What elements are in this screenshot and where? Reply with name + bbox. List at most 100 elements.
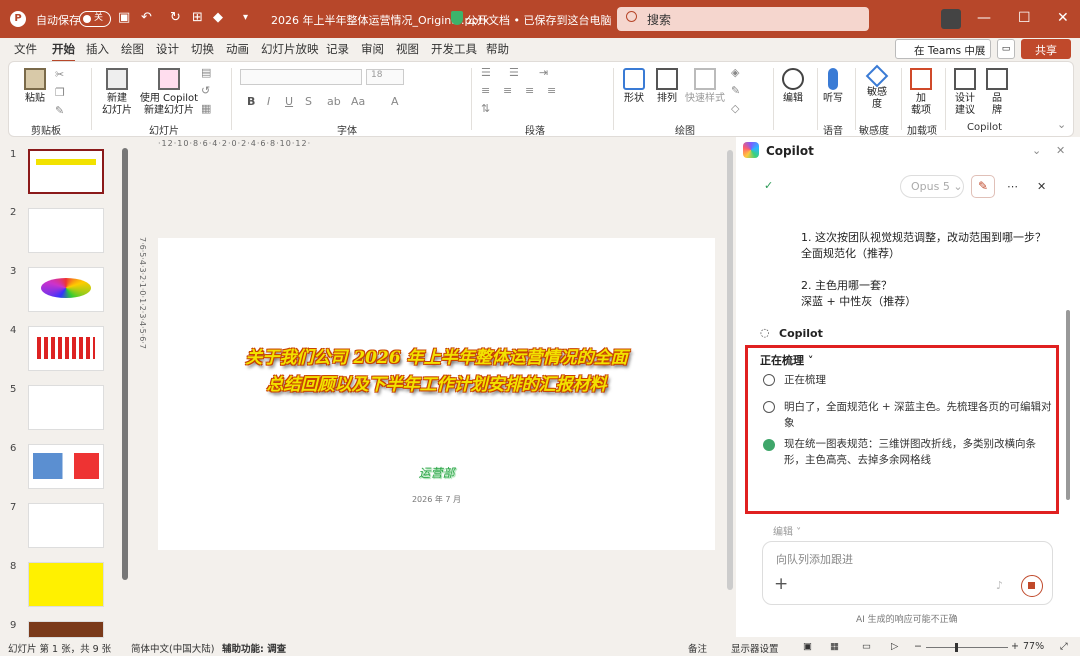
- char-spacing-icon[interactable]: ab: [327, 95, 341, 108]
- copy-icon[interactable]: ❐: [55, 86, 65, 99]
- reading-view-icon[interactable]: ▭: [862, 641, 871, 652]
- font-size-select[interactable]: 18: [366, 69, 404, 85]
- layout-icon[interactable]: ▤: [201, 66, 211, 79]
- zoom-level[interactable]: 77%: [1023, 641, 1044, 652]
- close-pane-icon[interactable]: ✕: [1056, 144, 1065, 157]
- font-color-icon[interactable]: A: [391, 95, 399, 108]
- slide-thumb-9[interactable]: [28, 621, 104, 638]
- pane-scrollbar[interactable]: [1066, 310, 1070, 500]
- slide-thumb-3[interactable]: [28, 267, 104, 312]
- format-painter-icon[interactable]: ◆: [213, 10, 223, 26]
- slide-department[interactable]: 运营部: [158, 464, 715, 481]
- bold-icon[interactable]: B: [247, 95, 255, 108]
- justify-icon[interactable]: ≡: [547, 84, 556, 97]
- display-settings-button[interactable]: 显示器设置: [731, 641, 779, 655]
- tab-insert[interactable]: 插入: [86, 41, 109, 57]
- brand-button[interactable]: 品 牌: [985, 68, 1009, 117]
- zoom-slider-thumb[interactable]: [955, 643, 958, 652]
- stop-button[interactable]: [1021, 575, 1043, 597]
- align-left-icon[interactable]: ≡: [481, 84, 490, 97]
- bullets-icon[interactable]: ☰: [481, 66, 491, 79]
- shape-fill-icon[interactable]: ◈: [731, 66, 739, 79]
- slide-canvas[interactable]: 关于我们公司 2026 年上半年整体运营情况的全面 总结回顾以及下半年工作计划安…: [158, 238, 715, 550]
- zoom-out-icon[interactable]: −: [914, 641, 922, 652]
- save-icon[interactable]: ▣: [118, 10, 130, 26]
- new-chat-button[interactable]: ✎: [971, 175, 995, 198]
- tab-record[interactable]: 记录: [326, 41, 349, 57]
- thumbnails-scrollbar[interactable]: [122, 148, 128, 580]
- more-options-icon[interactable]: ⋯: [1007, 180, 1018, 193]
- indent-icon[interactable]: ⇥: [539, 66, 548, 79]
- slide-thumb-5[interactable]: [28, 385, 104, 430]
- slideshow-icon[interactable]: ▷: [891, 641, 898, 652]
- language-indicator[interactable]: 简体中文(中国大陆): [131, 641, 214, 655]
- maximize-icon[interactable]: ☐: [1018, 10, 1031, 26]
- addins-button[interactable]: 加 载项: [909, 68, 933, 117]
- save-status[interactable]: 公开文档 • 已保存到这台电脑: [466, 12, 611, 28]
- zoom-slider[interactable]: [926, 647, 1008, 648]
- cut-icon[interactable]: ✂: [55, 68, 64, 81]
- tab-review[interactable]: 审阅: [361, 41, 384, 57]
- tab-view[interactable]: 视图: [396, 41, 419, 57]
- slide-sorter-icon[interactable]: ▦: [830, 641, 839, 652]
- editing-button[interactable]: 编辑: [779, 68, 807, 105]
- shapes-button[interactable]: 形状: [619, 68, 649, 105]
- slide-thumb-7[interactable]: [28, 503, 104, 548]
- reset-icon[interactable]: ↺: [201, 84, 210, 97]
- redo-icon[interactable]: ↻: [170, 10, 181, 26]
- format-painter-icon[interactable]: ✎: [55, 104, 64, 117]
- undo-icon[interactable]: ↶: [141, 10, 152, 26]
- tab-file[interactable]: 文件: [14, 41, 37, 57]
- copilot-new-slide-button[interactable]: 使用 Copilot 新建幻灯片: [139, 68, 199, 117]
- add-icon[interactable]: +: [774, 574, 788, 594]
- slide-title[interactable]: 关于我们公司 2026 年上半年整体运营情况的全面 总结回顾以及下半年工作计划安…: [158, 345, 715, 399]
- quick-styles-button[interactable]: 快速样式: [683, 68, 727, 105]
- tab-transitions[interactable]: 切换: [191, 41, 214, 57]
- arrange-button[interactable]: 排列: [652, 68, 682, 105]
- tab-draw[interactable]: 绘图: [121, 41, 144, 57]
- slide-thumb-4[interactable]: [28, 326, 104, 371]
- editor-scrollbar[interactable]: [727, 150, 733, 590]
- tab-developer[interactable]: 开发工具: [431, 41, 477, 57]
- shape-outline-icon[interactable]: ✎: [731, 84, 740, 97]
- notes-button[interactable]: 备注: [688, 641, 707, 655]
- numbering-icon[interactable]: ☰: [509, 66, 519, 79]
- slide-date[interactable]: 2026 年 7 月: [158, 494, 715, 505]
- slide-thumb-2[interactable]: [28, 208, 104, 253]
- close-icon[interactable]: ✕: [1057, 10, 1069, 26]
- tab-home[interactable]: 开始: [52, 41, 75, 62]
- fit-to-window-icon[interactable]: ⤢: [1060, 641, 1068, 652]
- model-select[interactable]: Opus 5 ⌄: [900, 175, 964, 198]
- slide-thumb-6[interactable]: [28, 444, 104, 489]
- text-direction-icon[interactable]: ⇅: [481, 102, 490, 115]
- collapse-ribbon-icon[interactable]: ⌄: [1057, 118, 1066, 131]
- sensitivity-button[interactable]: 敏感 度: [863, 64, 891, 111]
- edit-toggle[interactable]: 编辑 ˅: [773, 523, 801, 538]
- avatar[interactable]: [941, 9, 961, 29]
- accessibility-indicator[interactable]: 辅助功能: 调查: [222, 641, 286, 655]
- close-chat-icon[interactable]: ✕: [1037, 180, 1046, 193]
- present-icon[interactable]: ⊞: [192, 10, 203, 26]
- share-button[interactable]: 共享: [1021, 39, 1071, 59]
- microphone-icon[interactable]: ♪: [996, 579, 1003, 592]
- shape-effects-icon[interactable]: ◇: [731, 102, 739, 115]
- search-input[interactable]: 搜索: [617, 7, 869, 31]
- tab-animations[interactable]: 动画: [226, 41, 249, 57]
- thinking-toggle[interactable]: 正在梳理 ˅: [760, 352, 813, 368]
- normal-view-icon[interactable]: ▣: [803, 641, 812, 652]
- underline-icon[interactable]: U: [285, 95, 293, 108]
- comments-icon[interactable]: ▭: [997, 39, 1015, 59]
- strikethrough-icon[interactable]: S: [305, 95, 312, 108]
- paste-button[interactable]: 粘贴: [21, 68, 49, 105]
- present-in-teams-button[interactable]: 在 Teams 中展示: [895, 39, 991, 72]
- customize-qat-icon[interactable]: ▾: [243, 10, 248, 26]
- italic-icon[interactable]: I: [267, 95, 270, 108]
- tab-design[interactable]: 设计: [156, 41, 179, 57]
- tab-help[interactable]: 帮助: [486, 41, 509, 57]
- designer-button[interactable]: 设计 建议: [951, 68, 979, 117]
- tab-slideshow[interactable]: 幻灯片放映: [261, 41, 319, 57]
- new-slide-button[interactable]: 新建 幻灯片: [97, 68, 137, 117]
- chevron-down-icon[interactable]: ⌄: [1032, 144, 1041, 157]
- autosave-toggle[interactable]: 关: [79, 11, 111, 27]
- minimize-icon[interactable]: —: [977, 10, 991, 26]
